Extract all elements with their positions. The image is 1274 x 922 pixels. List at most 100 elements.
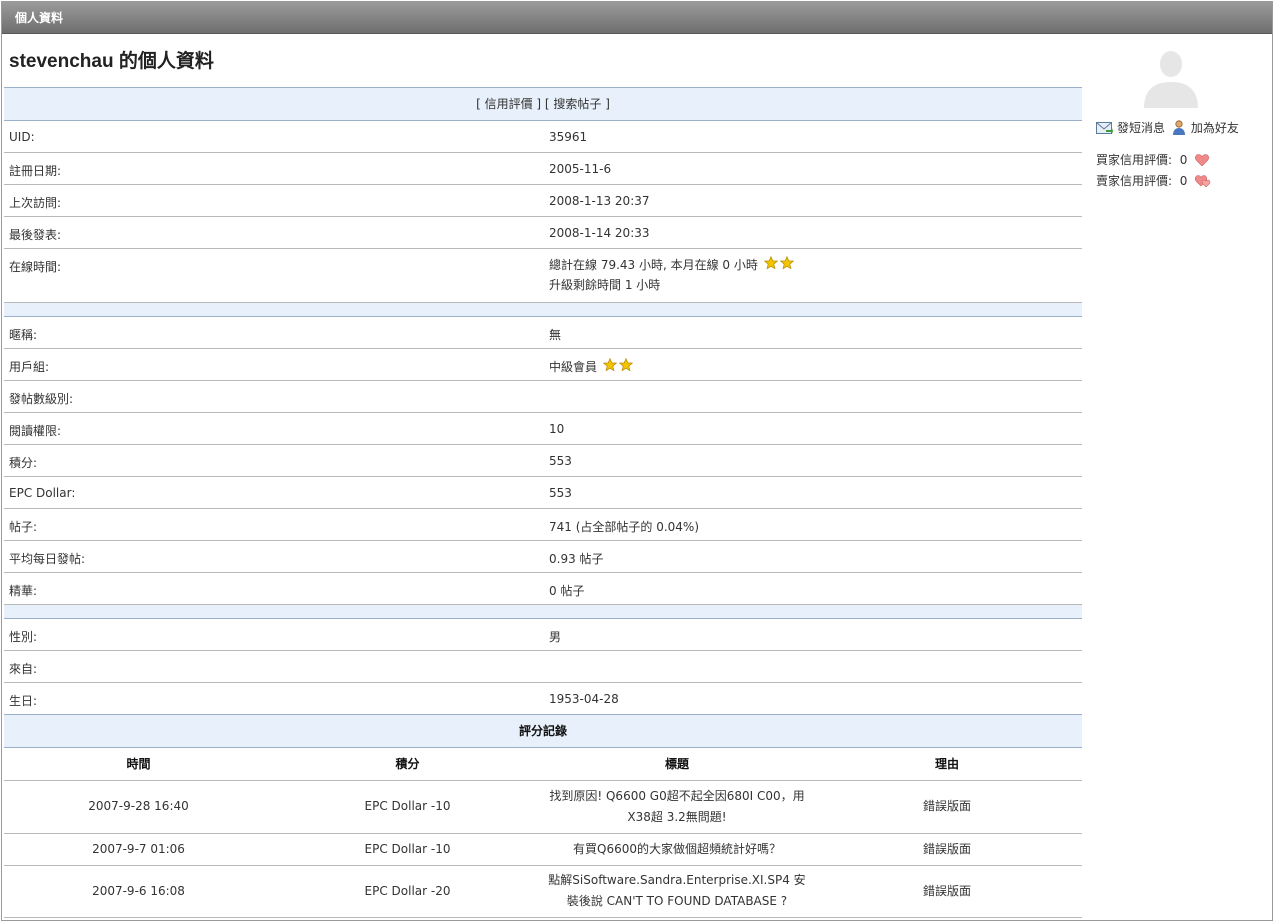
rating-points: EPC Dollar -10 <box>273 780 542 834</box>
table-row: 2007-9-28 16:40 EPC Dollar -10 找到原因! Q66… <box>4 780 1082 834</box>
rating-title-line: X38超 3.2無問題! <box>627 809 727 824</box>
rating-reason: 錯誤版面 <box>812 833 1082 866</box>
value-register-date: 2005-11-6 <box>549 162 612 176</box>
label-user-group: 用戶組: <box>9 360 50 374</box>
profile-sidebar: 發短消息 加為好友 買家信用評價: 0 賣家信用評價: 0 <box>1096 46 1272 192</box>
add-friend-label: 加為好友 <box>1190 121 1239 135</box>
rating-title-line: 找到原因! Q6600 G0超不起全因680I C00，用 <box>549 788 805 803</box>
buyer-credit: 買家信用評價: 0 <box>1096 150 1272 171</box>
rating-time: 2007-9-6 16:08 <box>4 865 273 918</box>
row-gender: 性別: 男 <box>4 619 1082 651</box>
label-avg-posts: 平均每日發帖: <box>9 552 86 566</box>
label-uid: UID: <box>9 130 35 144</box>
label-read-permission: 閱讀權限: <box>9 424 62 438</box>
avatar-placeholder-icon <box>1144 51 1198 108</box>
row-register-date: 註冊日期: 2005-11-6 <box>4 153 1082 185</box>
window-frame: 個人資料 stevenchau 的個人資料 [ 信用評價 ] [ 搜索帖子 ] … <box>1 1 1273 921</box>
section-divider <box>4 605 1082 619</box>
rating-title[interactable]: 點解SiSoftware.Sandra.Enterprise.XI.SP4 安裝… <box>542 865 812 918</box>
value-avg-posts: 0.93 帖子 <box>549 552 604 566</box>
rating-reason: 錯誤版面 <box>812 780 1082 834</box>
rating-log-table: 時間 積分 標題 理由 2007-9-28 16:40 EPC Dollar -… <box>4 748 1082 918</box>
label-birthday: 生日: <box>9 694 38 708</box>
rating-log-title: 評分記錄 <box>4 715 1082 748</box>
row-points: 積分: 553 <box>4 445 1082 477</box>
send-message-label: 發短消息 <box>1117 121 1166 135</box>
value-points: 553 <box>549 454 572 468</box>
user-add-icon <box>1172 120 1185 135</box>
row-nickname: 暱稱: 無 <box>4 317 1082 349</box>
rating-title-line: 點解SiSoftware.Sandra.Enterprise.XI.SP4 安 <box>548 873 806 887</box>
rating-reason: 錯誤版面 <box>812 865 1082 918</box>
seller-credit-value: 0 <box>1179 174 1188 188</box>
section-divider <box>4 303 1082 317</box>
window-title: 個人資料 <box>2 2 1272 34</box>
online-total: 總計在線 79.43 小時, 本月在線 0 小時 <box>549 258 758 272</box>
table-row: 2007-9-7 01:06 EPC Dollar -10 有買Q6600的大家… <box>4 833 1082 866</box>
envelope-icon <box>1096 122 1113 134</box>
row-from: 來自: <box>4 651 1082 683</box>
star-icon <box>602 358 617 372</box>
label-register-date: 註冊日期: <box>9 164 62 178</box>
add-friend-button[interactable]: 加為好友 <box>1172 120 1239 135</box>
table-header-row: 時間 積分 標題 理由 <box>4 748 1082 781</box>
value-last-visit: 2008-1-13 20:37 <box>549 194 650 208</box>
rating-time: 2007-9-28 16:40 <box>4 780 273 834</box>
row-online-time: 在線時間: 總計在線 79.43 小時, 本月在線 0 小時 升級剩餘時間 1 … <box>4 249 1082 303</box>
buyer-credit-value: 0 <box>1179 153 1188 167</box>
value-epc-dollar: 553 <box>549 486 572 500</box>
value-uid: 35961 <box>549 130 588 144</box>
label-epc-dollar: EPC Dollar: <box>9 486 76 500</box>
profile-links: [ 信用評價 ] [ 搜索帖子 ] <box>4 88 1082 121</box>
label-posts: 帖子: <box>9 520 38 534</box>
row-last-post: 最後發表: 2008-1-14 20:33 <box>4 217 1082 249</box>
profile-actions: 發短消息 加為好友 <box>1096 119 1272 136</box>
col-title: 標題 <box>542 748 812 781</box>
label-nickname: 暱稱: <box>9 328 38 342</box>
star-icon <box>779 256 794 270</box>
heart-icon <box>1195 154 1210 167</box>
credit-ratings: 買家信用評價: 0 賣家信用評價: 0 <box>1096 150 1272 192</box>
row-uid: UID: 35961 <box>4 121 1082 153</box>
buyer-credit-label: 買家信用評價: <box>1096 153 1173 167</box>
row-post-level: 發帖數級別: <box>4 381 1082 413</box>
value-online-time: 總計在線 79.43 小時, 本月在線 0 小時 升級剩餘時間 1 小時 <box>549 255 794 295</box>
label-last-visit: 上次訪問: <box>9 196 62 210</box>
row-avg-posts: 平均每日發帖: 0.93 帖子 <box>4 541 1082 573</box>
rating-title[interactable]: 有買Q6600的大家做個超頻統計好嗎？ <box>542 833 812 866</box>
seller-credit: 賣家信用評價: 0 <box>1096 171 1272 192</box>
row-epc-dollar: EPC Dollar: 553 <box>4 477 1082 509</box>
seller-credit-label: 賣家信用評價: <box>1096 174 1173 188</box>
label-post-level: 發帖數級別: <box>9 392 74 406</box>
label-digest: 精華: <box>9 584 38 598</box>
value-birthday: 1953-04-28 <box>549 692 619 706</box>
send-message-button[interactable]: 發短消息 <box>1096 121 1169 135</box>
label-last-post: 最後發表: <box>9 228 62 242</box>
row-digest: 精華: 0 帖子 <box>4 573 1082 605</box>
user-group-name: 中級會員 <box>549 360 598 374</box>
row-last-visit: 上次訪問: 2008-1-13 20:37 <box>4 185 1082 217</box>
search-posts-link[interactable]: [ 搜索帖子 ] <box>545 97 610 111</box>
value-user-group: 中級會員 <box>549 358 633 375</box>
row-birthday: 生日: 1953-04-28 <box>4 683 1082 715</box>
credit-rating-link[interactable]: [ 信用評價 ] <box>476 97 541 111</box>
row-posts: 帖子: 741 (占全部帖子的 0.04%) <box>4 509 1082 541</box>
row-user-group: 用戶組: 中級會員 <box>4 349 1082 381</box>
rating-time: 2007-9-7 01:06 <box>4 833 273 866</box>
heart-icon <box>1195 175 1211 188</box>
online-upgrade-remaining: 升級剩餘時間 1 小時 <box>549 278 661 292</box>
value-read-permission: 10 <box>549 422 565 436</box>
label-gender: 性別: <box>9 630 38 644</box>
col-reason: 理由 <box>812 748 1082 781</box>
value-nickname: 無 <box>549 328 562 342</box>
rating-title[interactable]: 找到原因! Q6600 G0超不起全因680I C00，用 X38超 3.2無問題… <box>542 780 812 834</box>
value-posts: 741 (占全部帖子的 0.04%) <box>549 520 700 534</box>
value-last-post: 2008-1-14 20:33 <box>549 226 650 240</box>
profile-main: stevenchau 的個人資料 [ 信用評價 ] [ 搜索帖子 ] UID: … <box>4 36 1082 918</box>
value-digest: 0 帖子 <box>549 584 585 598</box>
value-gender: 男 <box>549 630 562 644</box>
col-points: 積分 <box>273 748 542 781</box>
row-read-permission: 閱讀權限: 10 <box>4 413 1082 445</box>
star-icon <box>618 358 633 372</box>
table-row: 2007-9-6 16:08 EPC Dollar -20 點解SiSoftwa… <box>4 865 1082 918</box>
